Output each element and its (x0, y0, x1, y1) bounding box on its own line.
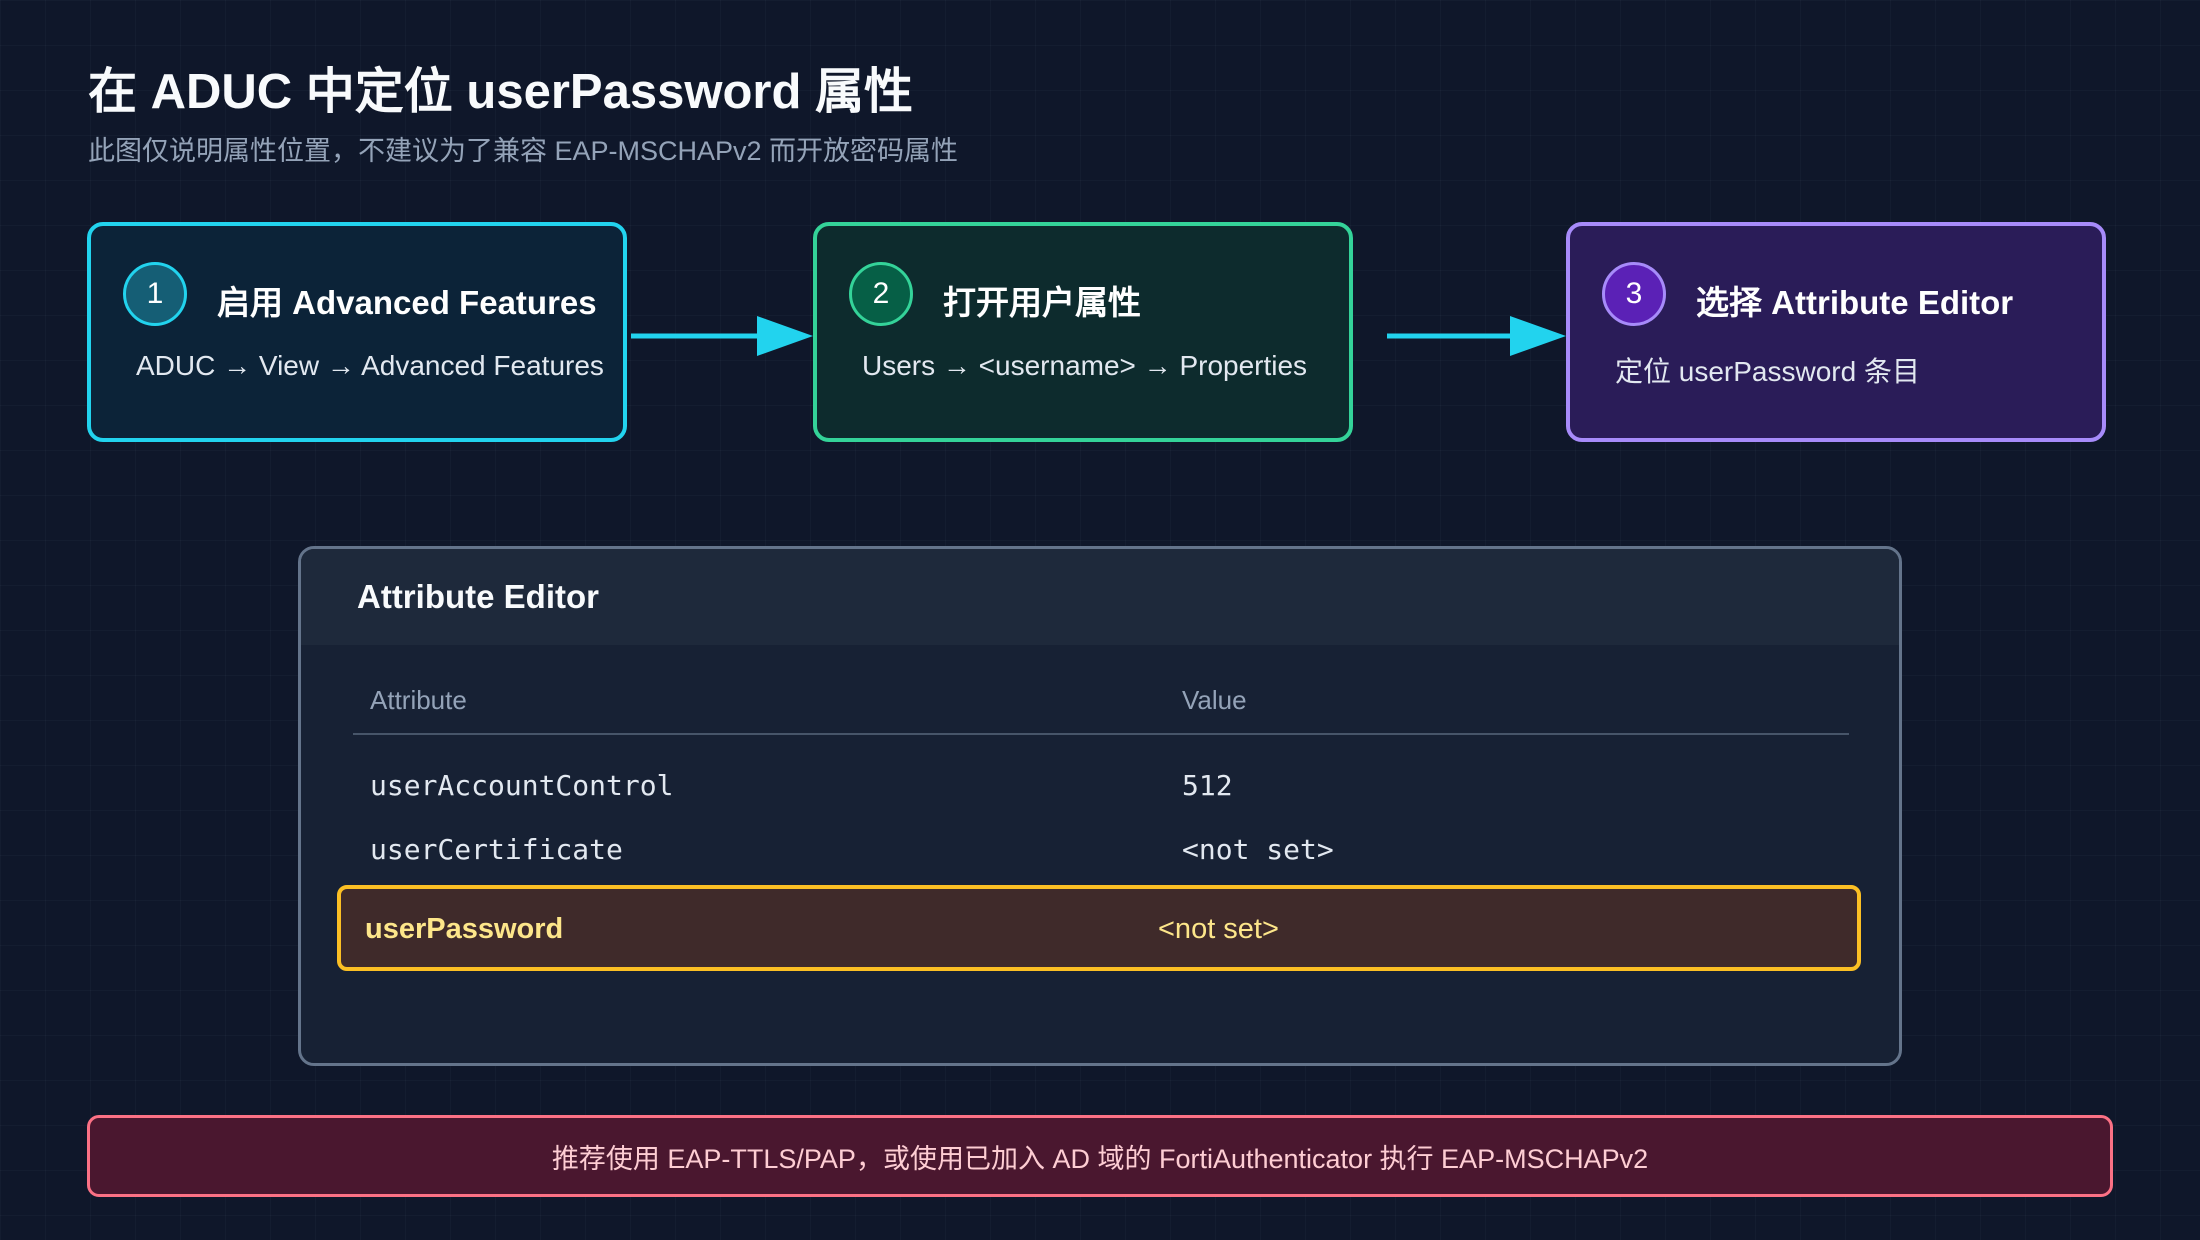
attribute-value-cell[interactable]: <not set> (1182, 833, 1334, 866)
recommendation-banner: 推荐使用 EAP-TTLS/PAP，或使用已加入 AD 域的 FortiAuth… (87, 1115, 2113, 1197)
column-header-attribute: Attribute (370, 685, 467, 715)
step-number-badge: 2 (849, 262, 913, 326)
step-title: 启用 Advanced Features (217, 284, 597, 321)
attribute-editor-title: Attribute Editor (357, 578, 599, 615)
flow-arrow-icon (1387, 316, 1566, 356)
step-open-user-properties: 2 打开用户属性 Users → <username> → Properties (813, 222, 1353, 442)
step-title: 选择 Attribute Editor (1696, 284, 2014, 321)
flow-arrow-icon (631, 316, 813, 356)
step-number-badge: 1 (123, 262, 187, 326)
page-subtitle: 此图仅说明属性位置，不建议为了兼容 EAP-MSCHAPv2 而开放密码属性 (88, 136, 959, 166)
header-divider (353, 733, 1849, 735)
step-number-badge: 3 (1602, 262, 1666, 326)
page-title: 在 ADUC 中定位 userPassword 属性 (88, 65, 913, 119)
step-enable-advanced-features: 1 启用 Advanced Features ADUC → View → Adv… (87, 222, 627, 442)
attribute-value-cell: <not set> (1158, 913, 1279, 945)
step-description: ADUC → View → Advanced Features (136, 350, 604, 381)
attribute-name-cell[interactable]: userCertificate (370, 833, 623, 866)
step-title: 打开用户属性 (943, 284, 1141, 321)
attribute-name-cell[interactable]: userAccountControl (370, 769, 673, 802)
attribute-editor-panel: Attribute Editor Attribute Value userAcc… (298, 546, 1902, 1066)
attribute-value-cell[interactable]: 512 (1182, 769, 1233, 802)
column-header-value: Value (1182, 685, 1247, 715)
step-description: 定位 userPassword 条目 (1615, 356, 1920, 387)
step-select-attribute-editor: 3 选择 Attribute Editor 定位 userPassword 条目 (1566, 222, 2106, 442)
step-description: Users → <username> → Properties (862, 350, 1308, 381)
attribute-editor-header: Attribute Editor (301, 549, 1899, 645)
attribute-name-cell: userPassword (365, 913, 564, 945)
highlighted-row-userpassword[interactable]: userPassword <not set> (337, 885, 1861, 971)
